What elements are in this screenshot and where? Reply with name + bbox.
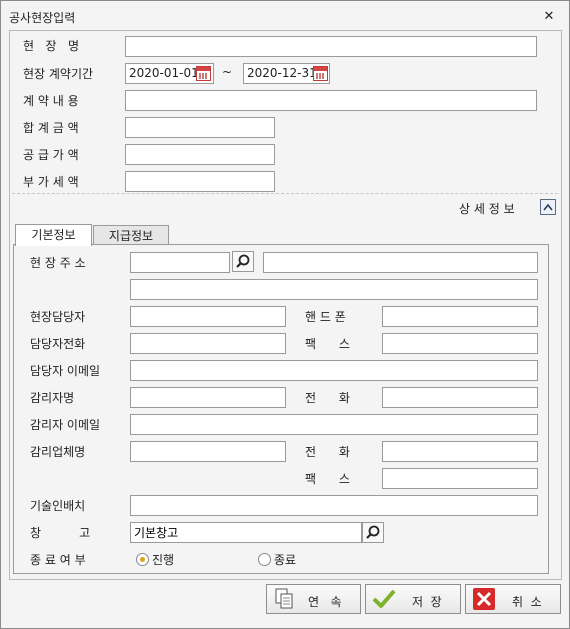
supervisor-input[interactable]	[130, 387, 286, 408]
status-label: 종 료 여 부	[30, 553, 86, 567]
period-tilde: ~	[222, 65, 233, 79]
warehouse-label: 창 고	[30, 526, 91, 540]
manager-email-label: 담당자 이메일	[30, 364, 101, 378]
manager-phone-label: 담당자전화	[30, 337, 86, 351]
status-ended-label: 종료	[274, 553, 297, 567]
site-name-label: 현 장 명	[23, 39, 80, 53]
site-name-input[interactable]	[125, 36, 537, 57]
dialog-window: 공사현장입력 ✕ 현 장 명 현장 계약기간 2020-01-01 ~ 2020…	[0, 0, 570, 629]
tab-basic-info[interactable]: 기본정보	[15, 224, 92, 246]
manager-email-input[interactable]	[130, 360, 538, 381]
contract-end-date[interactable]: 2020-12-31	[243, 63, 330, 84]
chevron-up-icon	[543, 203, 553, 211]
continue-button[interactable]: 연 속	[266, 584, 361, 614]
cancel-button[interactable]: 취 소	[465, 584, 561, 614]
supervisor-label: 감리자명	[30, 391, 75, 405]
phone-input[interactable]	[382, 387, 538, 408]
manager-label: 현장담당자	[30, 310, 86, 324]
mobile-input[interactable]	[382, 306, 538, 327]
status-in-progress-radio[interactable]	[136, 553, 149, 566]
warehouse-search-button[interactable]	[362, 522, 384, 543]
supervisor-company-input[interactable]	[130, 441, 286, 462]
warehouse-input[interactable]	[130, 522, 362, 543]
cancel-icon	[473, 588, 495, 610]
collapse-detail-button[interactable]	[540, 199, 556, 215]
contract-content-label: 계 약 내 용	[23, 94, 79, 108]
total-amount-label: 합 계 금 액	[23, 121, 79, 135]
vat-input[interactable]	[125, 171, 275, 192]
vat-label: 부 가 세 액	[23, 175, 79, 189]
supply-amount-input[interactable]	[125, 144, 275, 165]
window-title: 공사현장입력	[9, 11, 76, 25]
mobile-label: 핸 드 폰	[305, 310, 346, 324]
close-icon[interactable]: ✕	[541, 9, 557, 25]
total-amount-input[interactable]	[125, 117, 275, 138]
technician-input[interactable]	[130, 495, 538, 516]
calendar-icon[interactable]	[313, 66, 328, 81]
zipcode-input[interactable]	[130, 252, 230, 273]
save-button[interactable]: 저 장	[365, 584, 461, 614]
detail-info-label: 상 세 정 보	[459, 202, 515, 216]
contract-period-label: 현장 계약기간	[23, 67, 94, 81]
cancel-label: 취 소	[512, 595, 542, 609]
manager-phone-input[interactable]	[130, 333, 286, 354]
fax2-input[interactable]	[382, 468, 538, 489]
fax-input[interactable]	[382, 333, 538, 354]
search-icon	[366, 525, 380, 539]
save-label: 저 장	[412, 595, 442, 609]
contract-start-value: 2020-01-01	[129, 66, 199, 80]
contract-content-input[interactable]	[125, 90, 537, 111]
phone-label: 전 화	[305, 391, 350, 405]
fax-label: 팩 스	[305, 337, 350, 351]
contract-end-value: 2020-12-31	[247, 66, 317, 80]
basic-info-panel: 현 장 주 소 현장담당자 핸 드 폰 담당자전화 팩 스 담당자 이메일 감리…	[13, 244, 549, 574]
tab-payment-info[interactable]: 지급정보	[93, 225, 169, 246]
title-bar: 공사현장입력 ✕	[1, 1, 569, 31]
supervisor-email-label: 감리자 이메일	[30, 418, 101, 432]
address-label: 현 장 주 소	[30, 256, 86, 270]
fax2-label: 팩 스	[305, 472, 350, 486]
status-in-progress-label: 진행	[152, 553, 175, 567]
supervisor-email-input[interactable]	[130, 414, 538, 435]
checkmark-icon	[372, 589, 396, 608]
supply-amount-label: 공 급 가 액	[23, 148, 79, 162]
calendar-icon[interactable]	[196, 66, 211, 81]
supervisor-company-label: 감리업체명	[30, 445, 86, 459]
divider	[12, 193, 558, 194]
phone2-input[interactable]	[382, 441, 538, 462]
copy-icon	[275, 588, 293, 609]
address-search-button[interactable]	[232, 251, 254, 272]
address-input[interactable]	[263, 252, 538, 273]
search-icon	[236, 254, 250, 268]
phone2-label: 전 화	[305, 445, 350, 459]
status-ended-radio[interactable]	[258, 553, 271, 566]
manager-input[interactable]	[130, 306, 286, 327]
continue-label: 연 속	[308, 595, 342, 609]
address-detail-input[interactable]	[130, 279, 538, 300]
technician-label: 기술인배치	[30, 499, 86, 513]
contract-start-date[interactable]: 2020-01-01	[125, 63, 214, 84]
